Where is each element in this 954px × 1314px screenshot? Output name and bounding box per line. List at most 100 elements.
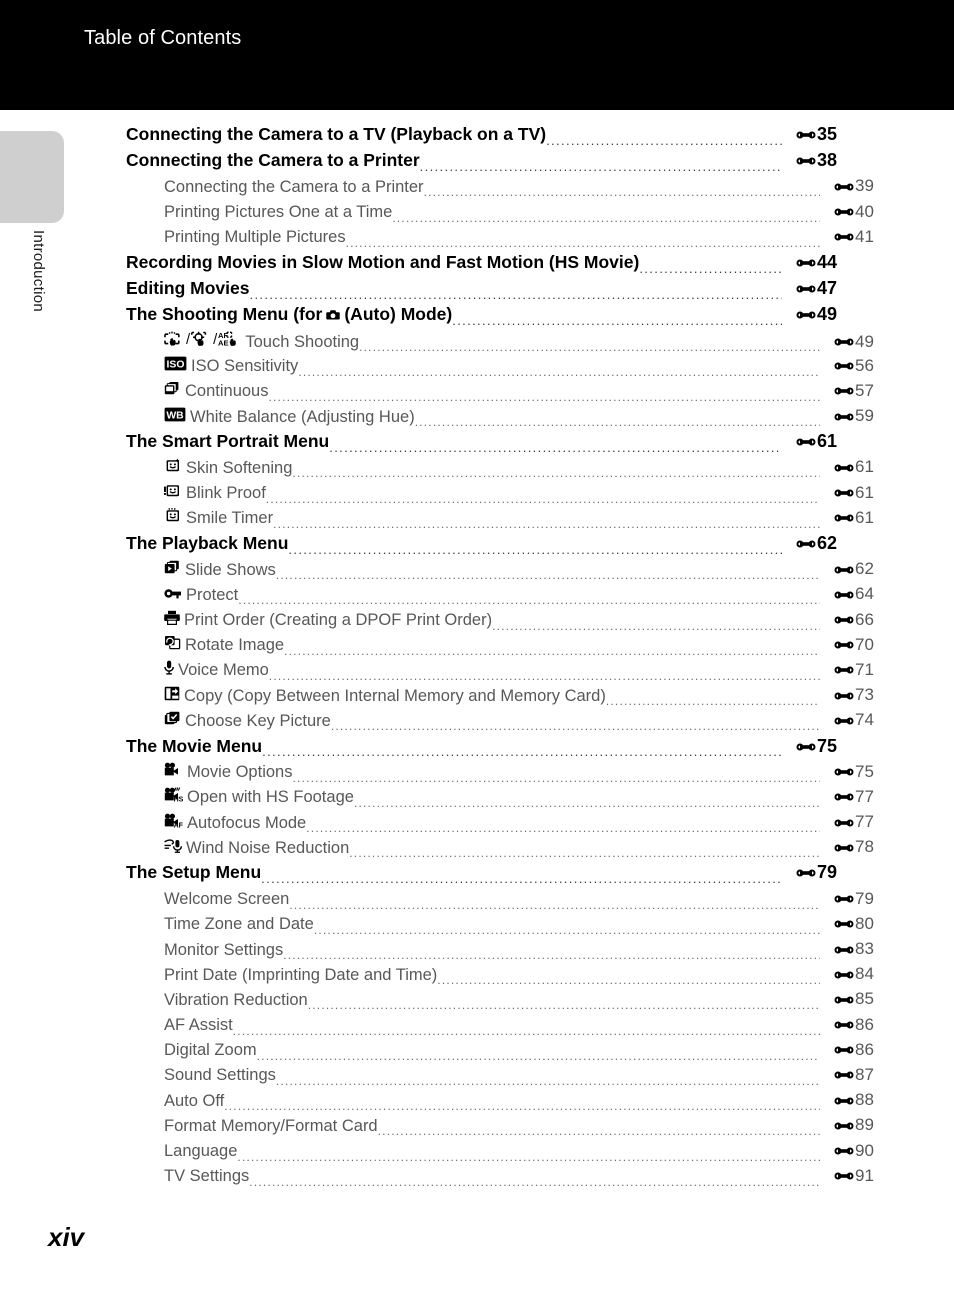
e-page-symbol [834,893,854,904]
toc-page-number: 73 [855,685,874,705]
toc-leader-dots [233,1024,820,1040]
toc-leader-dots [262,746,782,762]
e-page-symbol [834,1044,854,1055]
e-page-symbol [796,538,816,549]
toc-entry[interactable]: Connecting the Camera to a TV (Playback … [126,124,870,150]
toc-entry[interactable]: Slide Shows 62 [126,559,908,584]
toc-entry[interactable]: Recording Movies in Slow Motion and Fast… [126,252,870,278]
toc-entry[interactable]: Editing Movies 47 [126,278,870,304]
toc-entry[interactable]: Wind Noise Reduction 78 [126,837,908,862]
toc-entry-label: Print Date (Imprinting Date and Time) [164,965,438,984]
toc-entry[interactable]: Monitor Settings 83 [126,939,908,964]
skin-softening-icon [164,458,182,473]
toc-leader-dots [292,771,820,787]
toc-entry[interactable]: The Playback Menu 62 [126,533,870,559]
toc-entry[interactable]: Blink Proof 61 [126,483,908,508]
toc-entry[interactable]: Welcome Screen 79 [126,889,908,914]
toc-entry[interactable]: TV Settings 91 [126,1166,908,1191]
e-page-symbol [834,512,854,523]
e-page-symbol [796,283,816,294]
toc-entry[interactable]: Digital Zoom 86 [126,1040,908,1065]
autofocus-mode-icon: AF [164,813,183,828]
toc-entry[interactable]: Protect 64 [126,584,908,609]
toc-entry[interactable]: Voice Memo 71 [126,660,908,685]
toc-leader-dots [546,134,782,150]
e-page-symbol [796,257,816,268]
toc-entry[interactable]: The Shooting Menu (for (Auto) Mode) 49 [126,304,870,330]
toc-page-ref: 64 [820,584,908,604]
toc-entry[interactable]: Format Memory/Format Card 89 [126,1115,908,1140]
e-page-symbol [834,181,854,192]
camera-auto-mode-icon [325,307,341,325]
toc-entry[interactable]: Smile Timer 61 [126,508,908,533]
toc-leader-dots [314,923,820,939]
toc-entry[interactable]: WB White Balance (Adjusting Hue) 59 [126,406,908,431]
toc-leader-dots [238,594,820,610]
e-page-symbol [796,309,816,320]
toc-entry-label: Connecting the Camera to a Printer [164,177,424,196]
toc-entry[interactable]: Skin Softening 61 [126,457,908,482]
toc-page-ref: 61 [820,483,908,503]
toc-entry[interactable]: Print Date (Imprinting Date and Time) 84 [126,964,908,989]
toc-entry[interactable]: Rotate Image 70 [126,635,908,660]
e-page-symbol [834,664,854,675]
toc-entry-label: AF Assist [164,1016,233,1035]
toc-entry[interactable]: Time Zone and Date 80 [126,914,908,939]
toc-page-number: 70 [855,634,874,654]
copy-icon [164,686,180,701]
toc-entry[interactable]: Auto Off 88 [126,1090,908,1115]
e-page-symbol [834,231,854,242]
toc-entry[interactable]: Connecting the Camera to a Printer 39 [126,176,908,201]
toc-page-ref: 61 [820,457,908,477]
toc-page-ref: 38 [782,150,870,171]
toc-page-ref: 57 [820,381,908,401]
toc-entry[interactable]: The Smart Portrait Menu 61 [126,431,870,457]
toc-entry[interactable]: Language 90 [126,1141,908,1166]
toc-entry[interactable]: Printing Pictures One at a Time 40 [126,202,908,227]
toc-entry-label: TV Settings [164,1167,250,1186]
toc-entry[interactable]: //AFAETouch Shooting49 [126,331,908,356]
toc-entry[interactable]: Connecting the Camera to a Printer 38 [126,150,870,176]
toc-entry[interactable]: Sound Settings 87 [126,1065,908,1090]
toc-leader-dots [492,619,820,635]
toc-leader-dots [237,1150,820,1166]
toc-entry[interactable]: Choose Key Picture 74 [126,710,908,735]
toc-entry[interactable]: Movie Options 75 [126,762,908,787]
toc-entry[interactable]: Print Order (Creating a DPOF Print Order… [126,610,908,635]
toc-leader-dots [329,441,782,457]
svg-text:ISO: ISO [167,360,185,371]
toc-entry[interactable]: The Movie Menu 75 [126,736,870,762]
page-folio-number: xiv [48,1222,85,1252]
toc-entry-label: The Smart Portrait Menu [126,431,330,452]
toc-entry-label: The Setup Menu [126,862,262,883]
toc-page-number: 87 [855,1064,874,1084]
toc-entry-label-cont: (Auto) Mode) [344,304,453,325]
toc-entry[interactable]: Printing Multiple Pictures 41 [126,227,908,252]
toc-entry-label: ISO Sensitivity [191,357,299,376]
toc-page-ref: 86 [820,1015,908,1035]
toc-leader-dots [224,1099,820,1115]
e-page-symbol [796,155,816,166]
toc-entry[interactable]: The Setup Menu 79 [126,862,870,888]
e-page-symbol [834,360,854,371]
toc-entry[interactable]: ISO ISO Sensitivity 56 [126,356,908,381]
toc-page-number: 71 [855,659,874,679]
toc-entry-label: The Playback Menu [126,533,289,553]
toc-entry[interactable]: HS Open with HS Footage 77 [126,787,908,812]
toc-page-number: 38 [817,150,838,171]
toc-entry[interactable]: Continuous 57 [126,381,908,406]
e-page-symbol [834,715,854,726]
toc-entry[interactable]: AF Autofocus Mode 77 [126,812,908,837]
toc-leader-dots [306,821,820,837]
toc-page-ref: 66 [820,610,908,630]
e-page-symbol [834,614,854,625]
toc-entry[interactable]: Vibration Reduction 85 [126,989,908,1014]
toc-entry-label: Sound Settings [164,1066,276,1085]
e-page-symbol [834,690,854,701]
toc-page-number: 62 [817,533,838,553]
toc-entry-label: Smile Timer [186,509,274,528]
toc-entry[interactable]: Copy (Copy Between Internal Memory and M… [126,685,908,710]
toc-entry[interactable]: AF Assist 86 [126,1015,908,1040]
toc-page-ref: 78 [820,837,908,857]
toc-entry-label: Choose Key Picture [185,711,331,730]
